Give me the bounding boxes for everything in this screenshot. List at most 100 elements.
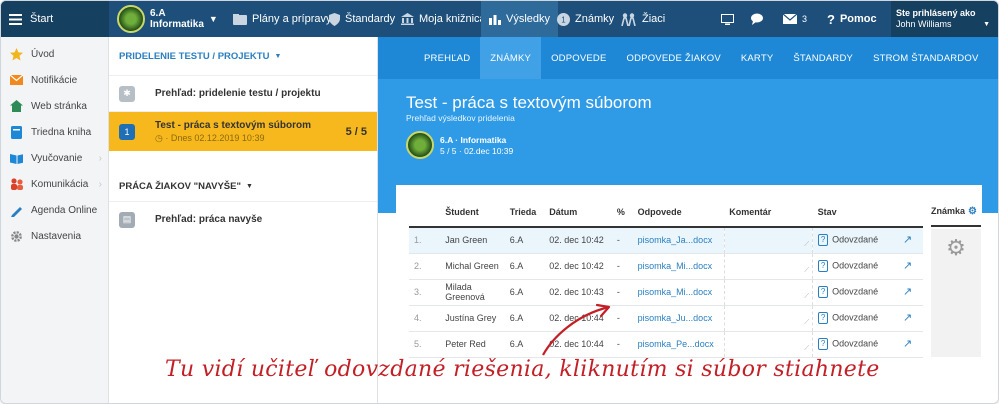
start-menu-button[interactable]: Štart <box>1 1 109 37</box>
external-link-icon[interactable]: ↗ <box>903 286 912 298</box>
nav-plans[interactable]: Plány a prípravy <box>233 1 331 37</box>
status-cell: ? Odovzdané <box>812 253 898 280</box>
class-selector[interactable]: 6.A Informatika ▼ <box>117 1 218 37</box>
sidebar-item-agenda[interactable]: Agenda Online <box>1 197 108 223</box>
hamburger-icon <box>9 13 22 25</box>
gear-icon[interactable]: ⚙ <box>968 206 977 217</box>
col-class[interactable]: Trieda <box>504 197 545 228</box>
chevron-right-icon: › <box>98 152 102 164</box>
comment-field[interactable]: ⟋ <box>723 331 814 358</box>
sidebar-item-vyucovanie[interactable]: Vyučovanie › <box>1 145 108 171</box>
page-subtitle: Prehľad výsledkov pridelenia <box>406 113 515 123</box>
section-extra-work-header[interactable]: PRÁCA ŽIAKOV "NAVYŠE" ▼ <box>109 171 377 201</box>
results-panel: PREHĽAD ZNÁMKY ODPOVEDE ODPOVEDE ŽIAKOV … <box>378 37 998 403</box>
extra-work-overview-row[interactable]: ▤ Prehľad: práca navyše <box>109 201 377 237</box>
chevron-down-icon: ▼ <box>245 182 253 190</box>
open-cell: ↗ <box>897 227 923 254</box>
comment-field[interactable]: ⟋ <box>723 279 814 306</box>
tab-znamky[interactable]: ZNÁMKY <box>480 37 542 79</box>
nav-standards[interactable]: Štandardy <box>329 1 395 37</box>
answer-file-link[interactable]: pisomka_Pe...docx <box>632 331 725 358</box>
col-comment: Komentár <box>724 197 813 228</box>
results-table: Študent Trieda Dátum % Odpovede Komentár… <box>409 197 923 358</box>
nav-results[interactable]: Výsledky <box>481 1 559 37</box>
answer-file-link[interactable]: pisomka_Mi...docx <box>632 279 725 306</box>
svg-text:1: 1 <box>561 15 566 24</box>
table-row[interactable]: 2. Michal Green 6.A 02. dec 10:42 - piso… <box>409 253 923 280</box>
user-menu[interactable]: Ste prihlásený ako John Williams ▼ <box>891 1 998 37</box>
class-subject: Informatika <box>150 19 204 30</box>
col-status[interactable]: Stav <box>812 197 898 228</box>
col-grade-header[interactable]: Známka ⚙ <box>931 197 981 227</box>
external-link-icon[interactable]: ↗ <box>903 234 912 246</box>
open-cell: ↗ <box>897 279 923 306</box>
help-button[interactable]: ? Pomoc <box>827 1 877 37</box>
sidebar-item-uvod[interactable]: Úvod <box>1 41 108 67</box>
percent-value: - <box>611 279 633 306</box>
tab-prehlad[interactable]: PREHĽAD <box>414 37 480 79</box>
screen-share-button[interactable] <box>721 1 734 37</box>
open-cell: ↗ <box>897 331 923 358</box>
table-row[interactable]: 1. Jan Green 6.A 02. dec 10:42 - pisomka… <box>409 227 923 254</box>
nav-results-label: Výsledky <box>506 13 551 25</box>
sidebar-item-label: Agenda Online <box>31 204 98 216</box>
open-book-icon <box>10 152 23 165</box>
comment-field[interactable]: ⟋ <box>723 227 814 254</box>
answer-file-link[interactable]: pisomka_Mi...docx <box>632 253 725 280</box>
results-tabs: PREHĽAD ZNÁMKY ODPOVEDE ODPOVEDE ŽIAKOV … <box>378 37 998 79</box>
external-link-icon[interactable]: ↗ <box>903 312 912 324</box>
nav-plans-label: Plány a prípravy <box>252 13 332 25</box>
question-icon[interactable]: ? <box>818 338 829 350</box>
assignment-row-selected[interactable]: 1 Test - práca s textovým súborom ◷ · Dn… <box>109 111 377 151</box>
col-date[interactable]: Dátum <box>544 197 612 228</box>
section-assignments-header[interactable]: PRIDELENIE TESTU / PROJEKTU ▼ <box>109 37 377 75</box>
status-text: Odovzdané <box>832 312 879 323</box>
answer-file-link[interactable]: pisomka_Ju...docx <box>632 305 725 332</box>
tab-karty[interactable]: KARTY <box>731 37 784 79</box>
question-icon[interactable]: ? <box>818 260 829 272</box>
gear-icon[interactable]: ⚙ <box>946 235 966 357</box>
chevron-right-icon: › <box>98 178 102 190</box>
nav-students[interactable]: Žiaci <box>621 1 665 37</box>
nav-students-label: Žiaci <box>642 13 666 25</box>
sidebar-item-triedna-kniha[interactable]: Triedna kniha <box>1 119 108 145</box>
question-icon[interactable]: ? <box>818 234 829 247</box>
nav-grades[interactable]: 1 Známky <box>557 1 614 37</box>
chat-button[interactable] <box>751 1 765 37</box>
assignment-title: Test - práca s textovým súborom <box>155 119 311 131</box>
col-student[interactable]: Študent <box>440 197 505 228</box>
nav-library[interactable]: Moja knižnica <box>401 1 486 37</box>
sidebar-item-notifikacie[interactable]: Notifikácie <box>1 67 108 93</box>
table-row[interactable]: 4. Justína Grey 6.A 02. dec 10:44 - piso… <box>409 305 923 332</box>
home-icon <box>10 100 23 113</box>
student-class: 6.A <box>504 331 545 358</box>
comment-field[interactable]: ⟋ <box>723 253 814 280</box>
assignment-overview-row[interactable]: ✱ Prehľad: pridelenie testu / projektu <box>109 75 377 111</box>
clock-icon: ◷ <box>155 132 163 143</box>
status-cell: ? Odovzdané <box>812 305 898 332</box>
col-answers[interactable]: Odpovede <box>632 197 725 228</box>
sidebar-item-label: Nastavenia <box>31 230 82 242</box>
mail-count: 3 <box>802 14 808 24</box>
tab-odpovede[interactable]: ODPOVEDE <box>541 37 616 79</box>
sidebar-item-nastavenia[interactable]: Nastavenia <box>1 223 108 249</box>
question-icon[interactable]: ? <box>818 286 829 298</box>
col-percent[interactable]: % <box>611 197 633 228</box>
comment-field[interactable]: ⟋ <box>723 305 814 332</box>
external-link-icon[interactable]: ↗ <box>903 260 912 272</box>
question-icon[interactable]: ? <box>818 312 829 324</box>
tab-strom-standardov[interactable]: STROM ŠTANDARDOV <box>863 37 988 79</box>
answer-file-link[interactable]: pisomka_Ja...docx <box>632 227 725 254</box>
tab-standardy[interactable]: ŠTANDARDY <box>783 37 863 79</box>
sidebar-item-web[interactable]: Web stránka <box>1 93 108 119</box>
external-link-icon[interactable]: ↗ <box>903 338 912 350</box>
resize-handle-icon: ⟋ <box>804 266 810 274</box>
tab-odpovede-ziakov[interactable]: ODPOVEDE ŽIAKOV <box>617 37 731 79</box>
table-row[interactable]: 3. Milada Greenová 6.A 02. dec 10:43 - p… <box>409 279 923 306</box>
mail-button[interactable]: 3 <box>783 1 807 37</box>
help-label: Pomoc <box>839 13 877 25</box>
table-row[interactable]: 5. Peter Red 6.A 02. dec 10:44 - pisomka… <box>409 331 923 358</box>
student-name: Peter Red <box>440 331 505 358</box>
class-line: 6.A · Informatika <box>440 135 507 145</box>
sidebar-item-komunikacia[interactable]: Komunikácia › <box>1 171 108 197</box>
